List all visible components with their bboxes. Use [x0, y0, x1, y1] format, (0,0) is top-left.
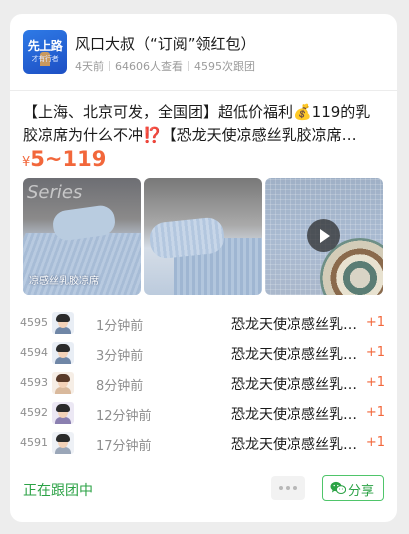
order-number: 4593	[20, 376, 48, 389]
avatar-text-line1: 先上路	[27, 39, 63, 53]
order-number: 4595	[20, 316, 48, 329]
price-value: 5~119	[30, 147, 107, 171]
image-caption: 凉感丝乳胶凉席	[29, 276, 99, 287]
price-range: ¥5~119	[22, 147, 106, 171]
group-title[interactable]: 风口大叔（“订阅”领红包）	[75, 33, 256, 54]
order-time: 1分钟前	[96, 319, 144, 334]
list-item[interactable]: 4594 3分钟前 恐龙天使凉感丝乳胶凉席 +1	[20, 340, 385, 370]
view-count: 64606人查看	[115, 60, 183, 73]
order-quantity: +1	[365, 345, 385, 360]
product-image-2[interactable]	[144, 178, 262, 295]
order-quantity: +1	[365, 405, 385, 420]
avatar	[52, 432, 74, 454]
group-buy-card[interactable]: 先上路 才有行者 风口大叔（“订阅”领红包） 4天前 64606人查看 4595次跟…	[10, 14, 397, 522]
list-item[interactable]: 4595 1分钟前 恐龙天使凉感丝乳胶凉席 +1	[20, 310, 385, 340]
order-number: 4594	[20, 346, 48, 359]
list-item[interactable]: 4592 12分钟前 恐龙天使凉感丝乳胶凉席 +1	[20, 400, 385, 430]
share-label: 分享	[348, 484, 375, 499]
product-image-1[interactable]: Series 凉感丝乳胶凉席	[23, 178, 141, 295]
card-header: 先上路 才有行者 风口大叔（“订阅”领红包） 4天前 64606人查看 4595次跟…	[23, 30, 383, 78]
order-quantity: +1	[365, 375, 385, 390]
order-time: 12分钟前	[96, 409, 152, 424]
order-quantity: +1	[365, 435, 385, 450]
order-time: 3分钟前	[96, 349, 144, 364]
list-item[interactable]: 4591 17分钟前 恐龙天使凉感丝乳胶凉席 +1	[20, 430, 385, 460]
order-quantity: +1	[365, 315, 385, 330]
avatar	[52, 372, 74, 394]
order-product: 恐龙天使凉感丝乳胶凉席	[231, 407, 368, 423]
avatar	[52, 312, 74, 334]
wechat-icon	[330, 481, 346, 495]
order-product: 恐龙天使凉感丝乳胶凉席	[231, 437, 368, 453]
meta-divider	[109, 61, 110, 71]
order-product: 恐龙天使凉感丝乳胶凉席	[231, 347, 368, 363]
avatar[interactable]: 先上路 才有行者	[23, 30, 67, 74]
play-icon[interactable]	[307, 219, 340, 252]
post-time: 4天前	[75, 60, 104, 73]
order-time: 17分钟前	[96, 439, 152, 454]
post-description[interactable]: 【上海、北京可发，全国团】超低价福利💰119的乳胶凉席为什么不冲⁉️【恐龙天使凉…	[23, 101, 385, 147]
share-button[interactable]: 分享	[322, 475, 384, 501]
more-dots-icon[interactable]	[271, 476, 305, 500]
avatar	[52, 342, 74, 364]
avatar	[52, 402, 74, 424]
product-video-thumbnail[interactable]	[265, 178, 383, 295]
order-product: 恐龙天使凉感丝乳胶凉席	[231, 317, 368, 333]
image-overlay-text: Series	[27, 182, 83, 203]
order-list: 4595 1分钟前 恐龙天使凉感丝乳胶凉席 +1 4594 3分钟前 恐龙天使凉…	[20, 310, 385, 460]
meta-divider	[188, 61, 189, 71]
follow-status: 正在跟团中	[23, 483, 93, 499]
follow-count: 4595次跟团	[194, 60, 255, 73]
order-product: 恐龙天使凉感丝乳胶凉席	[231, 377, 368, 393]
avatar-text-line2: 才有行者	[31, 55, 59, 63]
order-number: 4592	[20, 406, 48, 419]
order-number: 4591	[20, 436, 48, 449]
list-item[interactable]: 4593 8分钟前 恐龙天使凉感丝乳胶凉席 +1	[20, 370, 385, 400]
post-meta: 4天前 64606人查看 4595次跟团	[75, 58, 255, 74]
order-time: 8分钟前	[96, 379, 144, 394]
header-divider	[10, 90, 397, 91]
